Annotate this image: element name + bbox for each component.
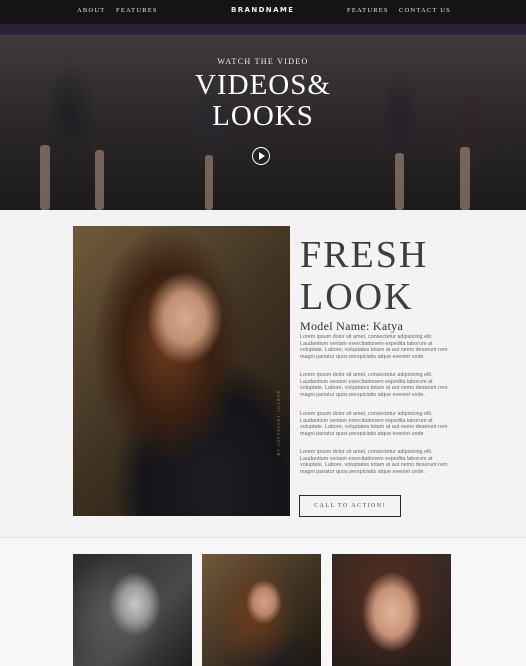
headline-line-2: LOOK [300, 276, 414, 318]
gallery-section [0, 538, 526, 666]
play-button[interactable] [252, 147, 270, 165]
feature-model-photo: BY COPYRIGHT AUTHOR [73, 226, 290, 516]
body-paragraph: Lorem ipsum dolor sit amet, consectetur … [300, 411, 448, 437]
gallery-thumbnail-dark-dress[interactable] [202, 554, 321, 666]
hero-background-figure [460, 147, 470, 210]
model-name: Model Name: Katya [300, 319, 404, 333]
hero-title: VIDEOS& LOOKS [0, 70, 526, 132]
hero-background-figure [40, 145, 50, 210]
gallery-thumbnail-closeup[interactable] [332, 554, 451, 666]
hero-background-figure [205, 155, 213, 210]
nav-link-about[interactable]: ABOUT [77, 7, 105, 14]
nav-link-contact-us[interactable]: CONTACT US [399, 7, 451, 14]
hero-background-figure [95, 150, 104, 210]
gallery-thumbnail-bw-portrait[interactable] [73, 554, 192, 666]
photo-credit: BY COPYRIGHT AUTHOR [276, 390, 281, 456]
call-to-action-button[interactable]: CALL TO ACTION! [299, 495, 401, 517]
body-paragraph: Lorem ipsum dolor sit amet, consectetur … [300, 372, 448, 398]
top-nav: ABOUT FEATURES BRANDNAME FEATURES CONTAC… [0, 0, 526, 24]
body-paragraph: Lorem ipsum dolor sit amet, consectetur … [300, 334, 448, 360]
play-icon [259, 152, 265, 160]
hero-kicker: WATCH THE VIDEO [217, 57, 309, 66]
accent-band [0, 24, 526, 35]
nav-link-features-right[interactable]: FEATURES [347, 7, 389, 14]
hero-background-figure [395, 153, 404, 210]
hero-title-line-1: VIDEOS& [195, 69, 331, 101]
nav-link-features[interactable]: FEATURES [116, 7, 158, 14]
feature-headline: FRESH LOOK [300, 234, 428, 318]
hero-title-line-2: LOOKS [212, 100, 314, 132]
headline-line-1: FRESH [300, 234, 429, 276]
body-paragraph: Lorem ipsum dolor sit amet, consectetur … [300, 449, 448, 475]
brand-logo[interactable]: BRANDNAME [231, 6, 294, 14]
